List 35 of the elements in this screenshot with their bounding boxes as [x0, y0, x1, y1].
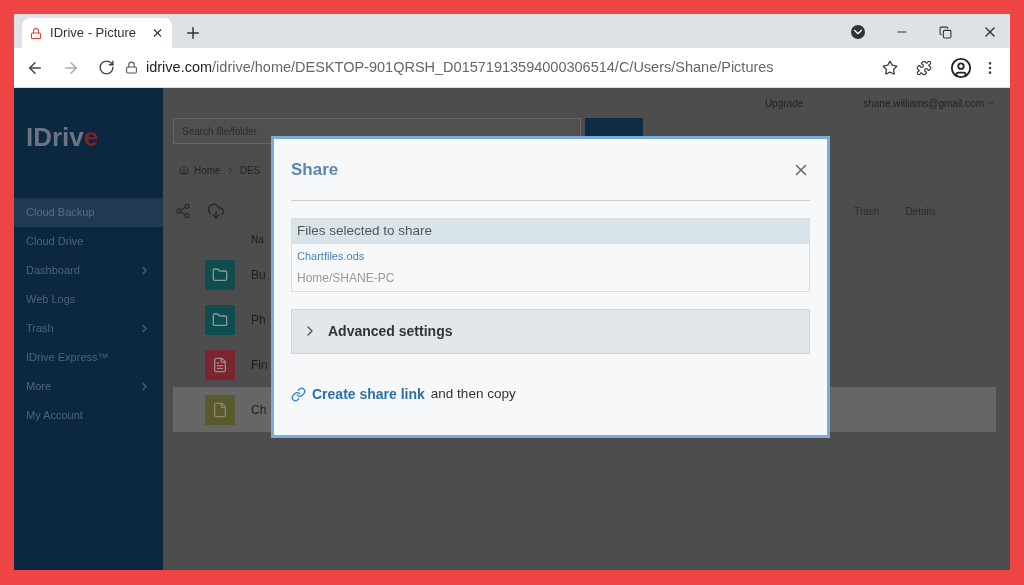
files-header: Files selected to share [292, 219, 809, 244]
logo: IDrive [26, 122, 99, 152]
reload-icon[interactable] [98, 59, 115, 76]
tab-title: IDrive - Picture [50, 24, 138, 43]
browser-tab[interactable]: IDrive - Picture [22, 18, 172, 48]
sidebar-item[interactable]: Web Logs [14, 285, 163, 314]
sidebar-item[interactable]: More [14, 372, 163, 401]
document-icon [205, 349, 235, 380]
sidebar-item[interactable]: My Account [14, 401, 163, 430]
tab-search-icon[interactable] [851, 25, 865, 39]
sidebar-item[interactable]: Cloud Backup [14, 198, 163, 227]
sidebar-item[interactable]: Cloud Drive [14, 227, 163, 256]
address-field[interactable]: idrive.com/idrive/home/DESKTOP-901QRSH_D01571913594000306514/C/Users/Shane/Pictures [146, 56, 774, 79]
extensions-icon[interactable] [916, 59, 932, 76]
restore-icon[interactable] [939, 25, 952, 39]
sidebar-item[interactable]: Dashboard [14, 256, 163, 285]
sidebar-item[interactable]: IDrive Express™ [14, 343, 163, 372]
create-link[interactable]: Create share link [312, 383, 425, 405]
lock-icon [125, 61, 138, 74]
lock-icon [30, 26, 43, 40]
file-path: Home/SHANE-PC [297, 269, 396, 287]
folder-icon [205, 259, 235, 290]
sheet-icon [205, 394, 235, 425]
home-icon [179, 165, 189, 175]
folder-icon [205, 304, 235, 335]
link-icon [291, 386, 306, 402]
link-suffix: and then copy [430, 384, 516, 403]
dialog-title: Share [291, 158, 339, 181]
sidebar-item[interactable]: Trash [14, 314, 163, 343]
profile-icon[interactable] [950, 56, 972, 79]
new-tab-icon[interactable] [184, 24, 202, 42]
advanced-settings[interactable]: Advanced settings [291, 308, 810, 354]
star-icon[interactable] [882, 59, 898, 76]
close-icon[interactable] [151, 26, 164, 40]
file-name[interactable]: Chartfiles.ods [297, 248, 804, 265]
